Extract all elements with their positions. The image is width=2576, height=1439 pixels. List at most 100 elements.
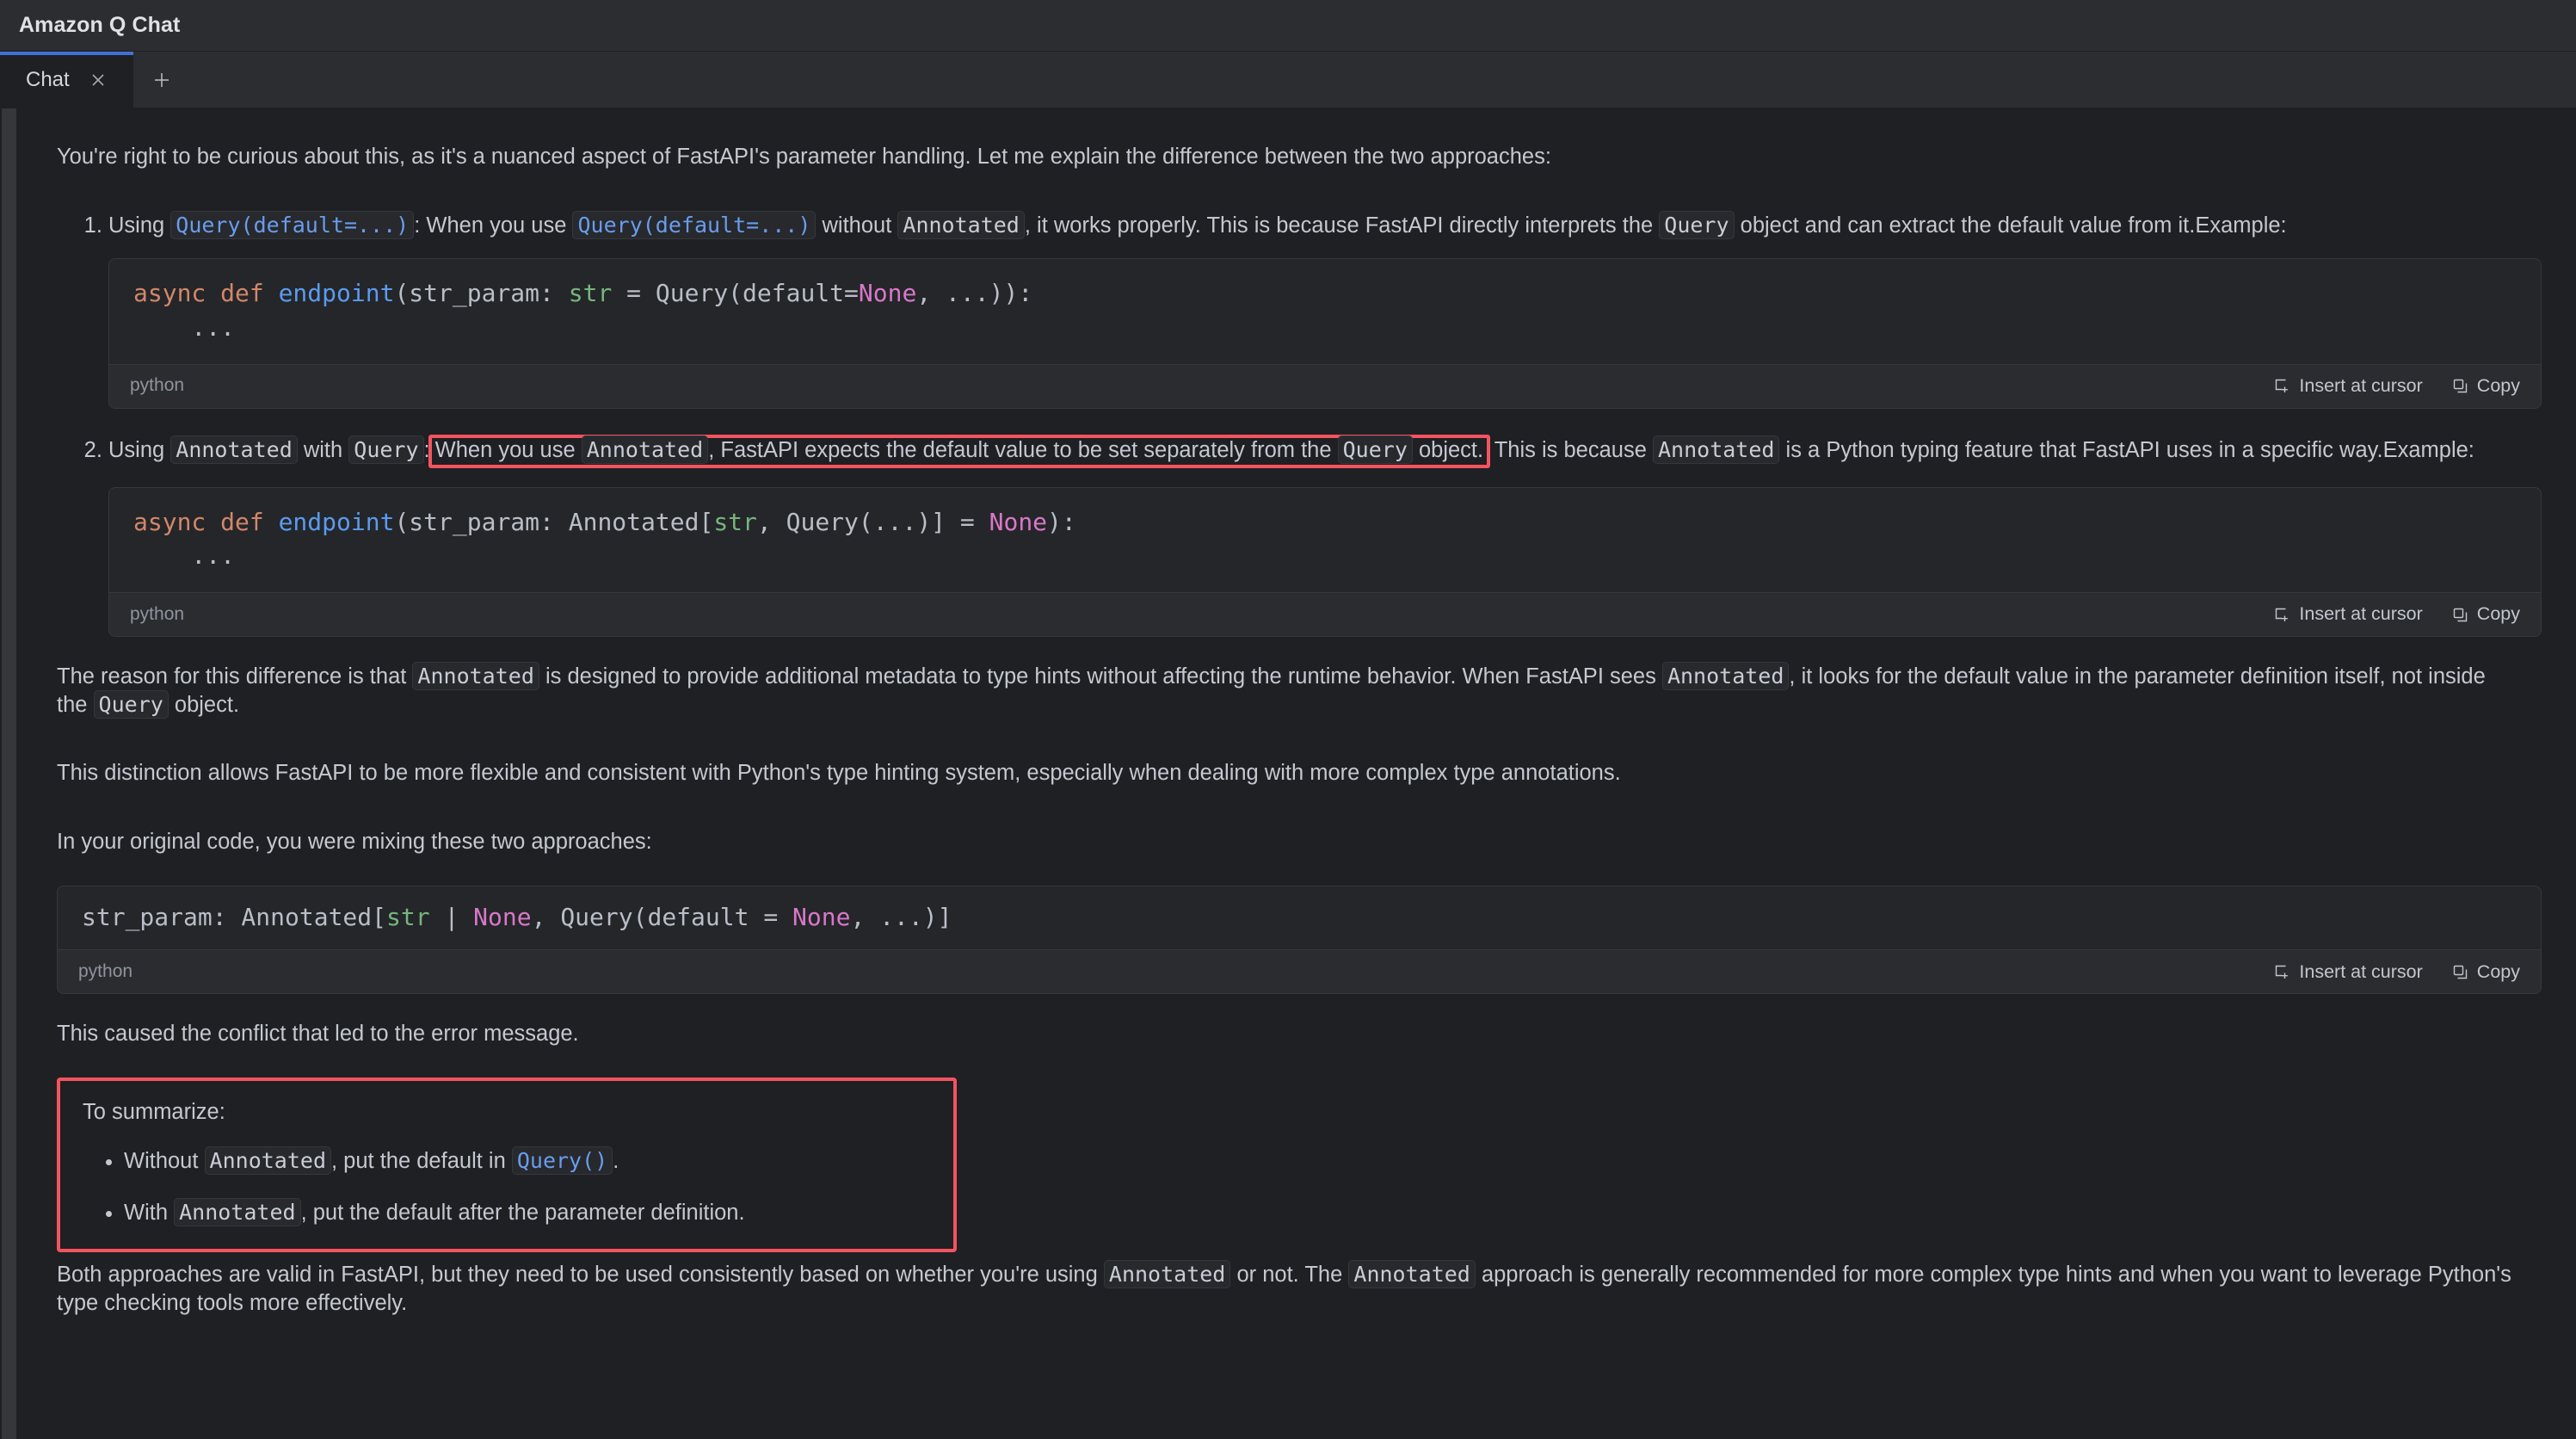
insert-at-cursor-button[interactable]: Insert at cursor xyxy=(2274,374,2423,398)
code-block-1-actions: Insert at cursor Copy xyxy=(2274,374,2520,398)
code-token: (str_param: xyxy=(394,279,569,308)
insert-at-cursor-label: Insert at cursor xyxy=(2299,603,2423,625)
window-titlebar: Amazon Q Chat xyxy=(0,0,2576,52)
code-block-3-actions: Insert at cursor Copy xyxy=(2274,961,2520,983)
item2-text-1: Using xyxy=(108,437,171,462)
inline-code-annotated-4: Annotated xyxy=(412,662,539,691)
inline-code-annotated-hl: Annotated xyxy=(581,435,709,464)
inline-code-annotated-3: Annotated xyxy=(1653,435,1780,464)
code-token: None xyxy=(989,507,1048,536)
window-title: Amazon Q Chat xyxy=(19,13,181,37)
inline-code-query-2: Query xyxy=(348,435,424,464)
both-text-2: or not. The xyxy=(1230,1263,1349,1288)
chat-message-body: You're right to be curious about this, a… xyxy=(0,108,2576,1317)
copy-icon xyxy=(2452,964,2468,980)
plus-icon[interactable] xyxy=(133,52,190,108)
code-token: , Query(default = xyxy=(531,902,793,931)
item2-text-2: with xyxy=(297,437,349,462)
close-icon[interactable] xyxy=(85,67,111,93)
paragraph-reason: The reason for this difference is that A… xyxy=(57,662,2517,719)
code-block-2-actions: Insert at cursor Copy xyxy=(2274,602,2520,627)
item1-text-2: : When you use xyxy=(414,213,573,238)
intro-paragraph: You're right to be curious about this, a… xyxy=(57,145,1551,169)
bullet2-text-1: With xyxy=(124,1200,175,1225)
copy-button[interactable]: Copy xyxy=(2452,961,2520,983)
code-token: str xyxy=(386,902,430,931)
item2-text-5: is a Python typing feature that FastAPI … xyxy=(1779,437,2474,462)
code-block-2-body[interactable]: async def endpoint(str_param: Annotated[… xyxy=(109,488,2541,593)
insert-at-cursor-icon xyxy=(2274,607,2290,623)
inline-code-annotated-6: Annotated xyxy=(204,1146,332,1175)
insert-at-cursor-icon xyxy=(2274,964,2290,980)
paragraph-both-approaches: Both approaches are valid in FastAPI, bu… xyxy=(57,1260,2517,1317)
inline-code-query-3: Query xyxy=(93,689,169,719)
insert-at-cursor-button[interactable]: Insert at cursor xyxy=(2274,602,2423,627)
item1-text-5: object and can extract the default value… xyxy=(1734,213,2287,238)
tab-strip: Chat xyxy=(0,52,2576,108)
code-block-1-language: python xyxy=(130,375,185,396)
insert-at-cursor-button[interactable]: Insert at cursor xyxy=(2274,960,2423,983)
code-token: , ...)] xyxy=(850,902,952,931)
code-block-2-footer: python Insert at cursor Copy xyxy=(109,592,2541,637)
code-token: str_param: Annotated[ xyxy=(82,902,387,931)
inline-code-annotated-9: Annotated xyxy=(1348,1260,1476,1289)
code-block-3-body[interactable]: str_param: Annotated[str | None, Query(d… xyxy=(58,886,2541,950)
code-token: endpoint xyxy=(278,279,395,308)
code-token: async def xyxy=(133,507,279,536)
code-token: = Query(default= xyxy=(612,279,859,308)
reason-text-2: is designed to provide additional metada… xyxy=(539,664,1662,689)
code-block-1-body[interactable]: async def endpoint(str_param: str = Quer… xyxy=(109,259,2541,364)
bullet1-text-3: . xyxy=(613,1148,619,1173)
code-token: str xyxy=(568,279,613,308)
inline-code-annotated-2: Annotated xyxy=(170,435,298,464)
list-item: With Annotated, put the default after th… xyxy=(124,1197,931,1227)
bullet2-text-2: , put the default after the parameter de… xyxy=(300,1200,745,1225)
code-block-3-language: python xyxy=(78,961,133,982)
inline-code-query-call: Query() xyxy=(511,1146,613,1175)
bullet1-text-2: , put the default in xyxy=(331,1148,512,1173)
inline-code-annotated-8: Annotated xyxy=(1103,1260,1231,1289)
code-token: endpoint xyxy=(278,507,395,536)
code-block-3: str_param: Annotated[str | None, Query(d… xyxy=(57,885,2542,995)
reason-text-1: The reason for this difference is that xyxy=(57,664,413,689)
inline-code-query-hl: Query xyxy=(1337,435,1413,464)
bullet1-text-1: Without xyxy=(124,1148,205,1173)
annotation-highlight-inline: When you use Annotated, FastAPI expects … xyxy=(428,434,1491,468)
copy-button[interactable]: Copy xyxy=(2452,602,2520,627)
inline-code-query-default-2: Query(default=...) xyxy=(572,210,817,239)
code-token: None xyxy=(792,902,851,931)
summary-lead: To summarize: xyxy=(83,1099,225,1124)
tab-chat[interactable]: Chat xyxy=(0,52,133,108)
hl-text-3: object. xyxy=(1412,437,1484,462)
paragraph-original-code: In your original code, you were mixing t… xyxy=(57,829,652,854)
inline-code-query: Query xyxy=(1659,210,1735,239)
item1-text-3: without xyxy=(816,213,898,238)
code-token: str xyxy=(713,507,757,536)
inline-code-annotated-7: Annotated xyxy=(174,1197,301,1226)
list-item: Without Annotated, put the default in Qu… xyxy=(124,1146,931,1176)
item2-text-4: This is because xyxy=(1488,437,1653,462)
insert-at-cursor-label: Insert at cursor xyxy=(2299,960,2423,982)
paragraph-distinction: This distinction allows FastAPI to be mo… xyxy=(57,761,1621,786)
list-item-approach-2: Using Annotated with Query:When you use … xyxy=(108,434,2542,638)
code-block-3-footer: python Insert at cursor Copy xyxy=(58,949,2541,994)
hl-text-2: , FastAPI expects the default value to b… xyxy=(708,437,1338,462)
code-token: async def xyxy=(133,279,279,308)
vertical-scrollbar[interactable] xyxy=(2,108,16,1439)
chat-content-area: You're right to be curious about this, a… xyxy=(0,108,2576,1439)
both-text-1: Both approaches are valid in FastAPI, bu… xyxy=(57,1263,1104,1288)
copy-button[interactable]: Copy xyxy=(2452,374,2520,398)
copy-icon xyxy=(2452,607,2468,623)
code-block-1: async def endpoint(str_param: str = Quer… xyxy=(108,258,2542,409)
code-block-2-language: python xyxy=(130,603,185,624)
copy-label: Copy xyxy=(2476,374,2520,396)
insert-at-cursor-icon xyxy=(2274,378,2290,394)
approaches-ordered-list: Using Query(default=...): When you use Q… xyxy=(57,210,2542,638)
code-token: None xyxy=(473,902,532,931)
paragraph-conflict: This caused the conflict that led to the… xyxy=(57,1022,579,1047)
code-block-1-footer: python Insert at cursor Copy xyxy=(109,363,2541,408)
inline-code-query-default: Query(default=...) xyxy=(170,210,415,239)
copy-label: Copy xyxy=(2476,960,2520,982)
list-item-approach-1: Using Query(default=...): When you use Q… xyxy=(108,210,2542,409)
reason-text-4: object. xyxy=(168,692,240,717)
